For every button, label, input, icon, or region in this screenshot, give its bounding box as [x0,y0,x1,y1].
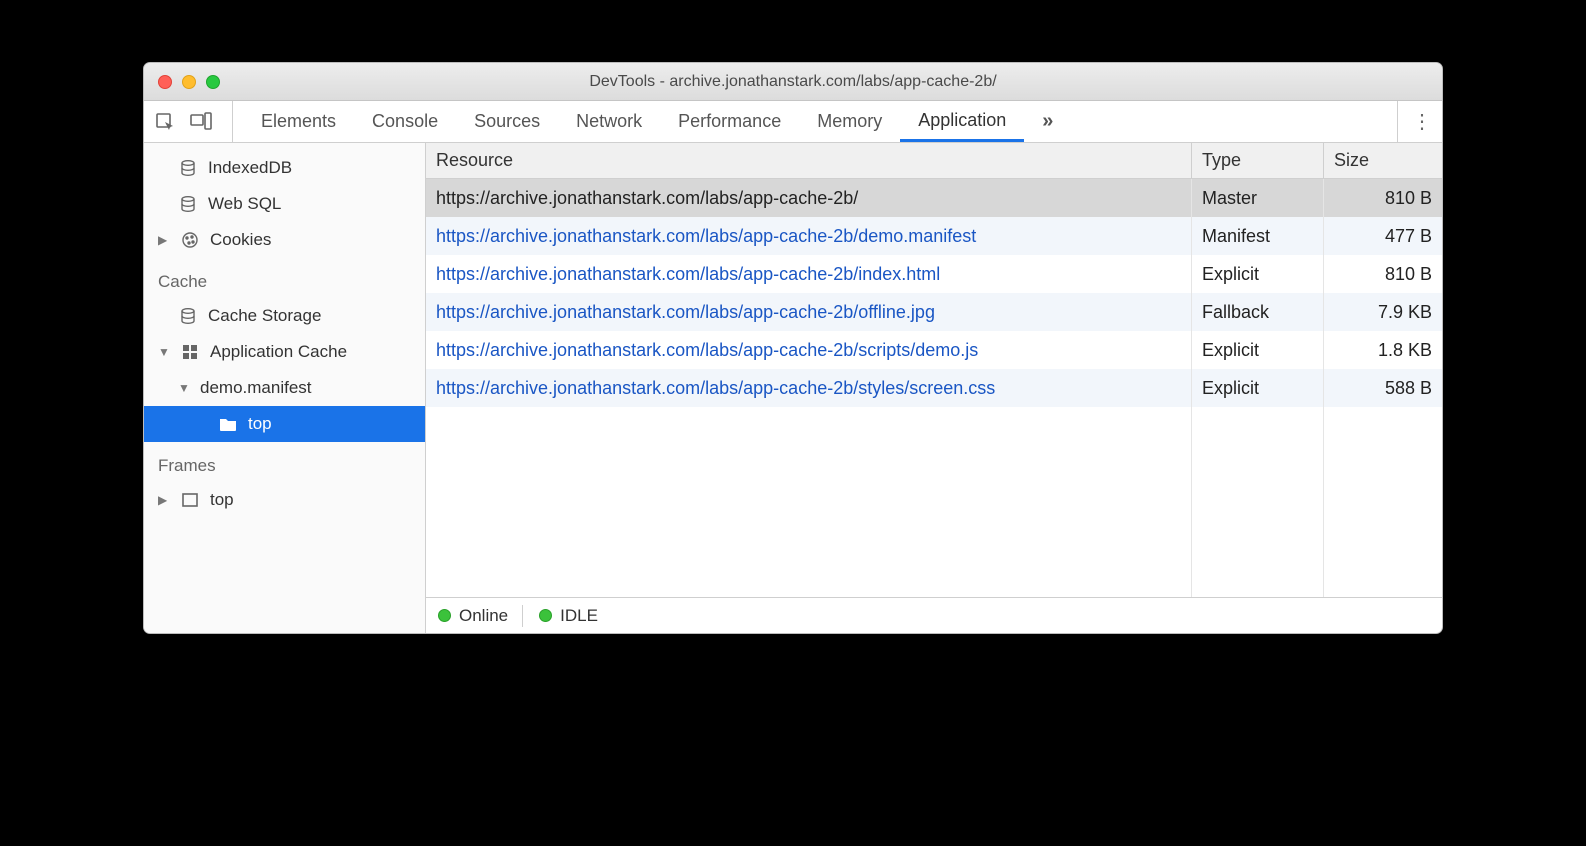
sidebar-item-websql[interactable]: Web SQL [144,186,425,222]
sidebar-item-label: demo.manifest [200,378,312,398]
status-idle: IDLE [539,605,612,627]
resource-type: Fallback [1192,293,1324,331]
tab-memory[interactable]: Memory [799,101,900,142]
table-row[interactable]: https://archive.jonathanstark.com/labs/a… [426,217,1442,255]
resource-size: 7.9 KB [1324,293,1442,331]
tab-sources[interactable]: Sources [456,101,558,142]
sidebar-section-cache: Cache [144,258,425,298]
resource-size: 588 B [1324,369,1442,407]
chevron-down-icon: ▼ [158,345,170,359]
resource-size: 477 B [1324,217,1442,255]
status-led-icon [539,609,552,622]
tab-application[interactable]: Application [900,101,1024,142]
sidebar-item-manifest[interactable]: ▼ demo.manifest [144,370,425,406]
table-row[interactable]: https://archive.jonathanstark.com/labs/a… [426,293,1442,331]
window-title: DevTools - archive.jonathanstark.com/lab… [144,73,1442,91]
resource-type: Manifest [1192,217,1324,255]
resource-type: Explicit [1192,369,1324,407]
table-row[interactable]: https://archive.jonathanstark.com/labs/a… [426,255,1442,293]
col-header-size[interactable]: Size [1324,143,1442,178]
resource-size: 810 B [1324,179,1442,217]
chevron-right-icon: ▶ [158,493,170,507]
cookie-icon [180,230,200,250]
main-panel: Resource Type Size https://archive.jonat… [426,143,1442,633]
devtools-window: DevTools - archive.jonathanstark.com/lab… [143,62,1443,634]
tab-elements[interactable]: Elements [243,101,354,142]
sidebar-item-label: top [248,414,272,434]
resource-type: Explicit [1192,255,1324,293]
resource-url: https://archive.jonathanstark.com/labs/a… [436,340,978,361]
database-icon [178,306,198,326]
resource-url: https://archive.jonathanstark.com/labs/a… [436,302,935,323]
tab-console[interactable]: Console [354,101,456,142]
sidebar-item-label: top [210,490,234,510]
database-icon [178,158,198,178]
resource-url: https://archive.jonathanstark.com/labs/a… [436,378,995,399]
sidebar: IndexedDB Web SQL ▶ [144,143,426,633]
table-header: Resource Type Size [426,143,1442,179]
chevron-down-icon: ▼ [178,381,190,395]
sidebar-item-cookies[interactable]: ▶ Cookies [144,222,425,258]
status-label: IDLE [560,606,598,626]
col-header-type[interactable]: Type [1192,143,1324,178]
resource-size: 1.8 KB [1324,331,1442,369]
titlebar: DevTools - archive.jonathanstark.com/lab… [144,63,1442,101]
more-icon[interactable]: ⋮ [1412,109,1432,134]
col-header-resource[interactable]: Resource [426,143,1192,178]
sidebar-item-cache-storage[interactable]: Cache Storage [144,298,425,334]
inspect-icon[interactable] [154,111,176,133]
resource-url: https://archive.jonathanstark.com/labs/a… [436,264,940,285]
sidebar-item-top-frame[interactable]: top [144,406,425,442]
folder-icon [218,414,238,434]
resource-type: Explicit [1192,331,1324,369]
table-row[interactable]: https://archive.jonathanstark.com/labs/a… [426,179,1442,217]
sidebar-item-application-cache[interactable]: ▼ Application Cache [144,334,425,370]
resource-type: Master [1192,179,1324,217]
chevron-right-icon: ▶ [158,233,170,247]
frame-icon [180,490,200,510]
resource-table: Resource Type Size https://archive.jonat… [426,143,1442,597]
sidebar-section-frames: Frames [144,442,425,482]
table-empty-area [426,407,1442,597]
sidebar-item-label: Cookies [210,230,271,250]
database-icon [178,194,198,214]
tab-network[interactable]: Network [558,101,660,142]
table-row[interactable]: https://archive.jonathanstark.com/labs/a… [426,331,1442,369]
resource-url: https://archive.jonathanstark.com/labs/a… [436,226,976,247]
table-row[interactable]: https://archive.jonathanstark.com/labs/a… [426,369,1442,407]
panel-tabs: Elements Console Sources Network Perform… [233,101,1397,142]
toolbar: Elements Console Sources Network Perform… [144,101,1442,143]
resource-size: 810 B [1324,255,1442,293]
device-icon[interactable] [190,111,212,133]
tab-performance[interactable]: Performance [660,101,799,142]
sidebar-item-label: Web SQL [208,194,281,214]
status-label: Online [459,606,508,626]
grid-icon [180,342,200,362]
resource-url: https://archive.jonathanstark.com/labs/a… [436,188,858,209]
sidebar-item-label: Cache Storage [208,306,321,326]
sidebar-item-label: Application Cache [210,342,347,362]
status-bar: Online IDLE [426,597,1442,633]
status-led-icon [438,609,451,622]
sidebar-item-frames-top[interactable]: ▶ top [144,482,425,518]
tabs-overflow-icon[interactable]: » [1024,101,1071,142]
sidebar-item-label: IndexedDB [208,158,292,178]
sidebar-item-indexeddb[interactable]: IndexedDB [144,150,425,186]
status-online: Online [438,605,523,627]
